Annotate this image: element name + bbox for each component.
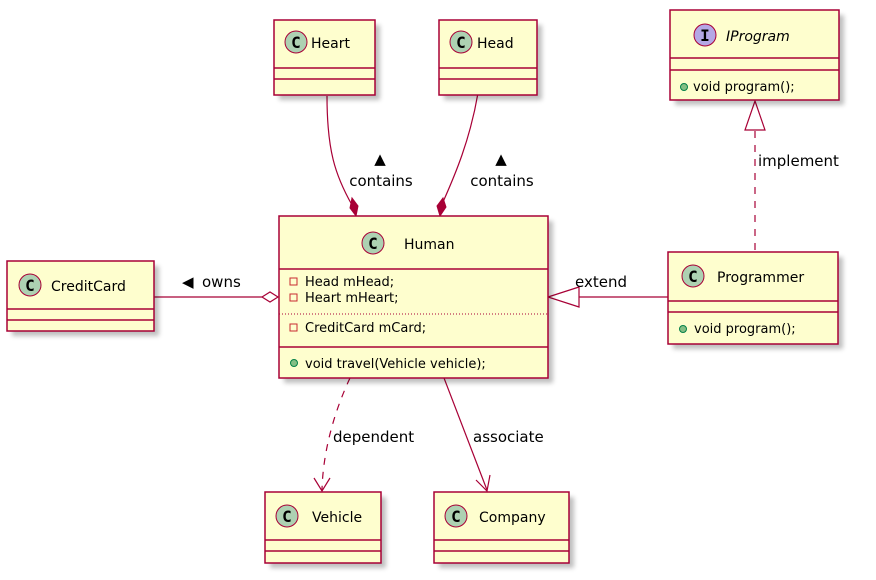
class-glyph: C xyxy=(688,267,698,286)
class-name: Vehicle xyxy=(312,510,362,526)
label-owns: owns xyxy=(202,273,241,291)
class-glyph: C xyxy=(456,33,466,52)
edge-head-human xyxy=(436,92,479,218)
label-heart-contains: contains xyxy=(349,172,413,190)
uml-diagram-canvas: ▲ contains ▲ contains ◀ owns extend impl… xyxy=(6,9,844,568)
edge-programmer-iprogram xyxy=(744,99,766,250)
class-creditcard[interactable]: C CreditCard xyxy=(6,260,159,336)
class-name: CreditCard xyxy=(51,279,126,295)
association-arrowhead xyxy=(475,474,491,493)
interface-glyph: I xyxy=(700,26,710,45)
public-method-icon xyxy=(680,83,688,91)
class-name: Head xyxy=(477,36,514,52)
class-heart[interactable]: C Heart xyxy=(273,19,380,100)
class-human[interactable]: C Human Head mHead; Heart mHeart; Credit… xyxy=(278,215,553,383)
class-programmer[interactable]: C Programmer void program(); xyxy=(667,251,843,349)
field: CreditCard mCard; xyxy=(305,321,426,336)
class-glyph: C xyxy=(25,276,35,295)
label-dependent: dependent xyxy=(333,428,414,446)
arrow-marker: ▲ xyxy=(374,150,386,168)
composition-diamond xyxy=(349,196,359,218)
arrow-marker: ▲ xyxy=(495,150,507,168)
field: Heart mHeart; xyxy=(305,291,399,306)
edge-heart-human xyxy=(326,95,359,218)
class-head[interactable]: C Head xyxy=(438,19,542,100)
class-glyph: C xyxy=(282,507,292,526)
label-associate: associate xyxy=(473,428,544,446)
class-glyph: C xyxy=(368,234,378,253)
method: void program(); xyxy=(694,322,796,337)
interface-name: IProgram xyxy=(726,29,790,45)
interface-iprogram[interactable]: I IProgram void program(); xyxy=(669,9,844,105)
arrow-marker: ◀ xyxy=(182,273,194,291)
aggregation-diamond xyxy=(260,291,280,303)
class-vehicle[interactable]: C Vehicle xyxy=(264,491,386,568)
method: void program(); xyxy=(693,80,795,95)
class-company[interactable]: C Company xyxy=(433,491,574,568)
class-glyph: C xyxy=(451,507,461,526)
composition-diamond xyxy=(436,196,447,218)
class-name: Heart xyxy=(311,36,350,52)
label-implement: implement xyxy=(758,152,839,170)
class-name: Human xyxy=(404,237,455,253)
class-name: Programmer xyxy=(717,270,804,286)
realization-triangle xyxy=(744,99,766,131)
edge-creditcard-human xyxy=(154,291,280,303)
method: void travel(Vehicle vehicle); xyxy=(305,357,486,372)
public-method-icon xyxy=(679,325,687,333)
class-name: Company xyxy=(479,510,546,526)
label-head-contains: contains xyxy=(470,172,534,190)
field: Head mHead; xyxy=(305,275,394,290)
public-method-icon xyxy=(290,359,298,367)
label-extend: extend xyxy=(575,273,627,291)
class-glyph: C xyxy=(291,33,301,52)
